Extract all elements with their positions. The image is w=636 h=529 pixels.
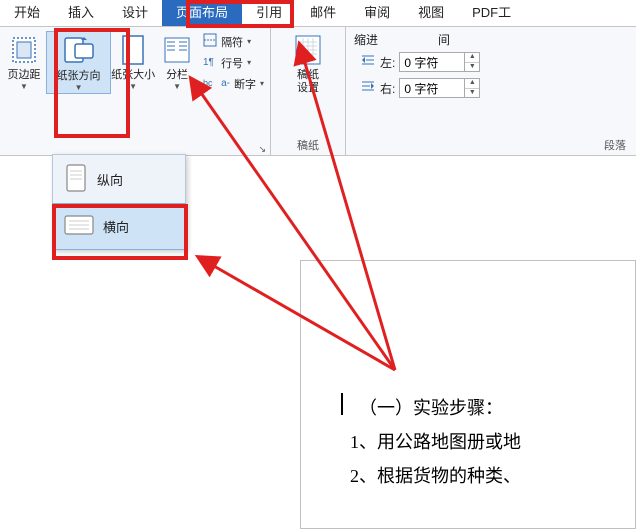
manuscript-button[interactable]: 稿纸 设置 [278,31,338,95]
indent-left-input[interactable]: ▲▼ [399,52,480,72]
line-numbers-icon: 1¶ [203,54,217,71]
margins-icon [4,33,44,67]
chevron-down-icon: ▾ [247,37,251,47]
orientation-landscape[interactable]: 横向 [52,203,186,250]
spin-down-icon[interactable]: ▼ [465,63,479,72]
size-icon [113,33,153,67]
tab-pdf[interactable]: PDF工 [458,0,525,26]
portrait-icon [63,163,89,196]
line-numbers-label: 行号 [221,55,243,71]
spin-up-icon[interactable]: ▲ [465,53,479,63]
chevron-down-icon: ▾ [260,79,264,89]
tab-start[interactable]: 开始 [0,0,54,26]
indent-left-value[interactable] [400,53,464,71]
manuscript-label: 稿纸 设置 [297,69,319,95]
indent-right-value[interactable] [400,79,464,97]
spin-up-icon[interactable]: ▲ [465,79,479,89]
svg-text:bc: bc [203,78,213,88]
indent-left-label: 左: [380,54,395,71]
columns-label: 分栏 [166,69,188,82]
tab-mail[interactable]: 邮件 [296,0,350,26]
columns-button[interactable]: 分栏 ▼ [155,31,199,92]
tab-layout[interactable]: 页面布局 [162,0,242,26]
chevron-down-icon: ▼ [173,82,181,92]
group-paragraph: 缩进 间 左: ▲▼ 右: [346,27,636,155]
group-page-setup: 页边距 ▼ 纸张方向 ▼ 纸张大小 ▼ [0,27,271,155]
spin-down-icon[interactable]: ▼ [465,89,479,98]
orientation-label: 纸张方向 [57,70,101,83]
hyphenation-prefix: a- [221,78,230,89]
doc-item-2: 2、根据货物的种类、 [341,459,595,493]
line-numbers-button[interactable]: 1¶ 行号 ▾ [203,54,264,71]
doc-item-1: 1、用公路地图册或地 [341,425,595,459]
chevron-down-icon: ▾ [247,58,251,68]
spacing-title: 间 [438,31,450,48]
portrait-label: 纵向 [97,170,123,189]
columns-icon [157,33,197,67]
tab-view[interactable]: 视图 [404,0,458,26]
margins-button[interactable]: 页边距 ▼ [2,31,46,92]
tab-design[interactable]: 设计 [108,0,162,26]
hyphenation-icon: bc [203,75,217,92]
size-label: 纸张大小 [111,69,155,82]
indent-right-label: 右: [380,80,395,97]
landscape-icon [63,212,95,241]
tab-insert[interactable]: 插入 [54,0,108,26]
indent-title: 缩进 [354,31,378,48]
chevron-down-icon: ▼ [129,82,137,92]
orientation-portrait[interactable]: 纵向 [53,155,185,204]
group-manuscript: 稿纸 设置 稿纸 [271,27,346,155]
orientation-button[interactable]: 纸张方向 ▼ [46,31,111,94]
manuscript-icon [288,33,328,67]
manuscript-group-label: 稿纸 [271,140,345,155]
document-page: （一）实验步骤： 1、用公路地图册或地 2、根据货物的种类、 [300,260,636,529]
indent-right-input[interactable]: ▲▼ [399,78,480,98]
indent-left-row: 左: ▲▼ [360,52,480,72]
hyphenation-label: 断字 [234,76,256,92]
indent-right-icon [360,80,376,97]
breaks-label: 隔符 [221,34,243,50]
page-setup-small: 隔符 ▾ 1¶ 行号 ▾ bc a- 断字 ▾ [199,31,268,94]
ribbon: 页边距 ▼ 纸张方向 ▼ 纸张大小 ▼ [0,27,636,156]
chevron-down-icon: ▼ [75,83,83,93]
tab-references[interactable]: 引用 [242,0,296,26]
indent-left-icon [360,54,376,71]
hyphenation-button[interactable]: bc a- 断字 ▾ [203,75,264,92]
svg-text:1¶: 1¶ [203,57,214,68]
breaks-icon [203,33,217,50]
paragraph-group-label: 段落 [346,140,636,155]
margins-label: 页边距 [7,69,40,82]
breaks-button[interactable]: 隔符 ▾ [203,33,264,50]
orientation-menu: 纵向 横向 [52,154,186,250]
doc-heading: （一）实验步骤： [341,391,595,425]
indent-right-row: 右: ▲▼ [360,78,480,98]
document-content: （一）实验步骤： 1、用公路地图册或地 2、根据货物的种类、 [301,261,635,493]
landscape-label: 横向 [103,217,129,236]
chevron-down-icon: ▼ [20,82,28,92]
tabs-bar: 开始 插入 设计 页面布局 引用 邮件 审阅 视图 PDF工 [0,0,636,27]
orientation-icon [59,34,99,68]
size-button[interactable]: 纸张大小 ▼ [111,31,155,92]
tab-review[interactable]: 审阅 [350,0,404,26]
